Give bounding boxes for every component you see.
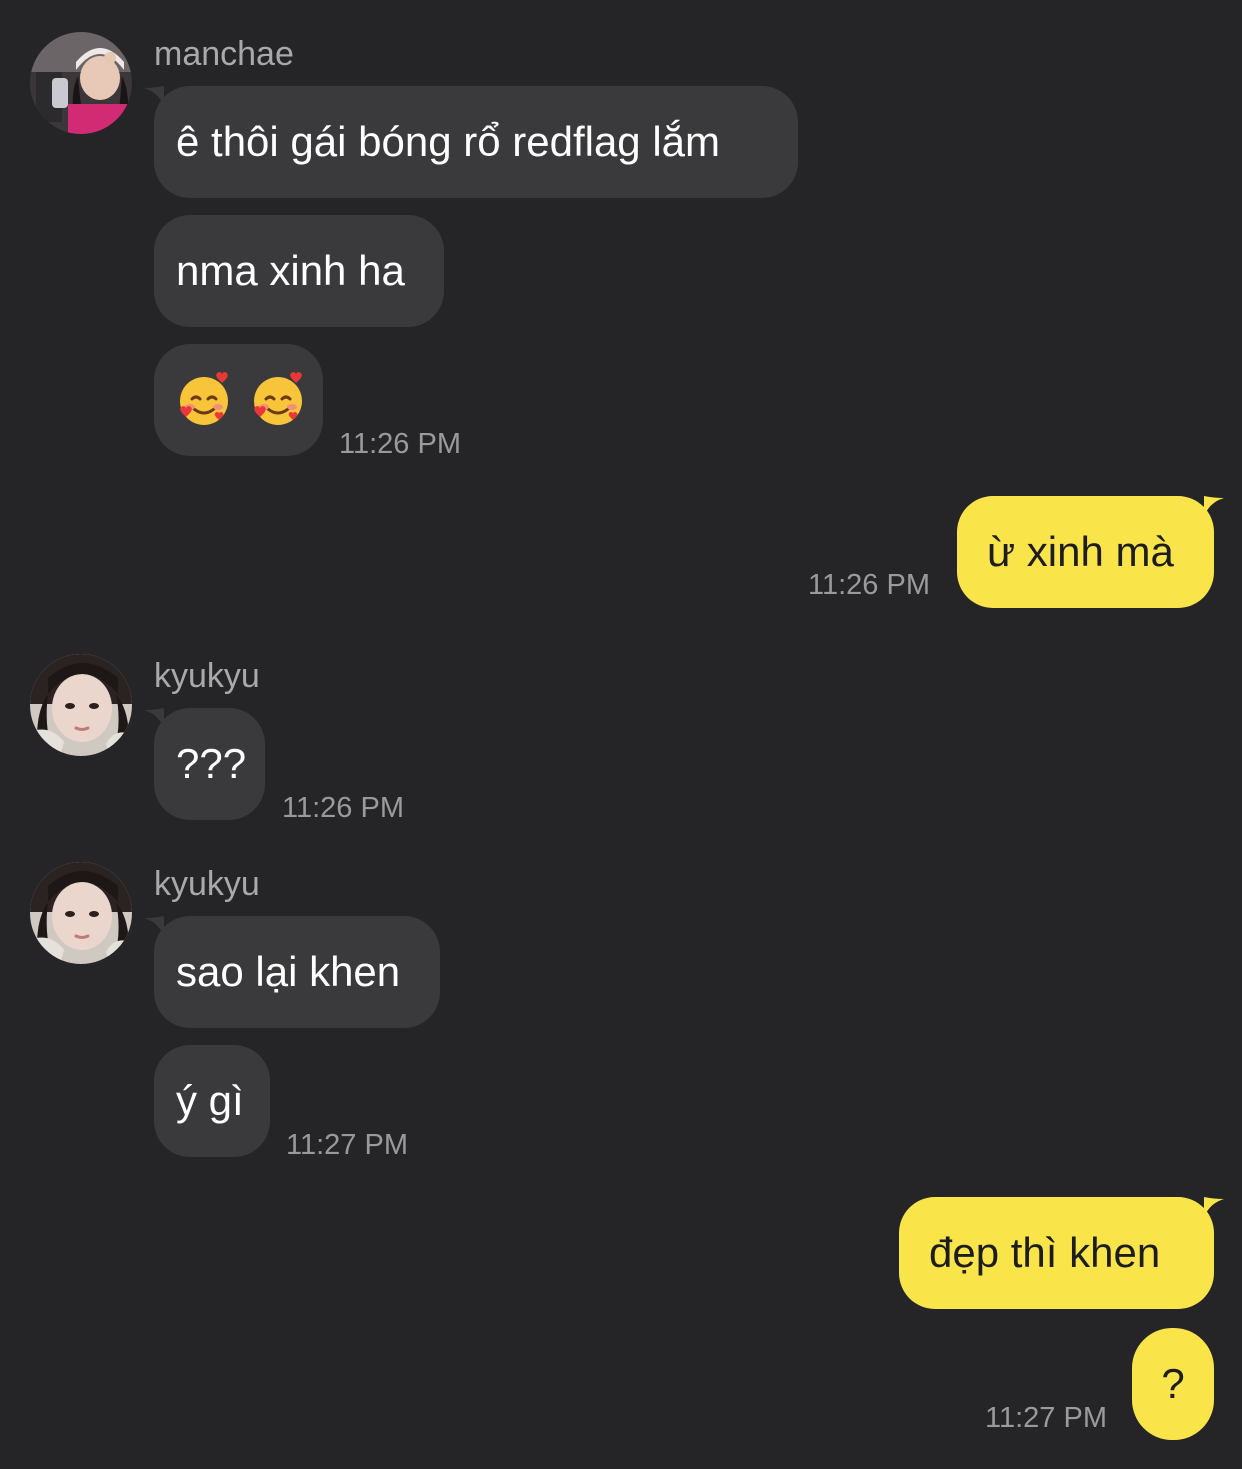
message-timestamp: 11:26 PM — [808, 569, 930, 601]
smiling-face-with-hearts-icon — [180, 371, 228, 425]
emoji-message — [176, 371, 306, 425]
message-bubble[interactable]: ý gì — [154, 1045, 270, 1157]
message-bubble[interactable]: nma xinh ha — [154, 215, 444, 327]
message-bubble[interactable]: đẹp thì khen — [899, 1197, 1214, 1309]
avatar-kyukyu[interactable] — [30, 862, 132, 964]
avatar-manchae[interactable] — [30, 32, 132, 134]
message-text: ê thôi gái bóng rổ redflag lắm — [176, 118, 721, 165]
avatar-kyukyu[interactable] — [30, 654, 132, 756]
message-text: đẹp thì khen — [929, 1229, 1161, 1276]
sender-name: kyukyu — [154, 865, 260, 903]
message-bubble[interactable]: ê thôi gái bóng rổ redflag lắm — [154, 86, 798, 198]
message-text: sao lại khen — [176, 948, 401, 995]
message-text: ? — [1161, 1360, 1185, 1407]
message-bubble[interactable]: ừ xinh mà — [957, 496, 1214, 608]
message-bubble[interactable]: ??? — [154, 708, 265, 820]
sender-name: manchae — [154, 35, 294, 73]
message-text: ừ xinh mà — [987, 528, 1174, 575]
sender-name: kyukyu — [154, 657, 260, 695]
message-text: ??? — [176, 740, 247, 787]
message-bubble[interactable]: ? — [1132, 1328, 1214, 1440]
message-text: nma xinh ha — [176, 247, 405, 294]
message-bubble[interactable]: sao lại khen — [154, 916, 440, 1028]
message-bubble[interactable] — [154, 344, 323, 456]
smiling-face-with-hearts-icon — [253, 371, 302, 425]
message-timestamp: 11:27 PM — [286, 1129, 408, 1161]
message-timestamp: 11:26 PM — [282, 792, 404, 824]
message-timestamp: 11:26 PM — [339, 428, 461, 460]
message-timestamp: 11:27 PM — [985, 1402, 1107, 1434]
message-text: ý gì — [176, 1077, 244, 1124]
